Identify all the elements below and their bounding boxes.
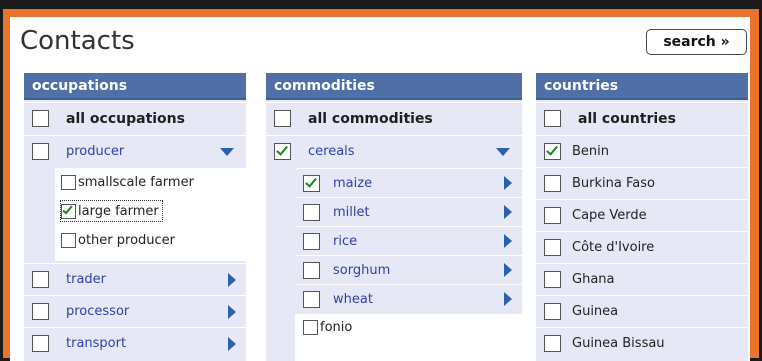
subitem-millet[interactable]: millet bbox=[295, 197, 522, 226]
cereals-label: cereals bbox=[308, 144, 355, 159]
cereals-checkbox[interactable] bbox=[274, 143, 291, 160]
commodities-panel: commodities all commodities cereals maiz… bbox=[266, 73, 522, 361]
chevron-right-icon[interactable] bbox=[228, 305, 236, 319]
rice-label: rice bbox=[333, 233, 358, 249]
checkmark-icon bbox=[546, 143, 558, 156]
producer-checkbox[interactable] bbox=[32, 143, 49, 160]
chevron-right-icon[interactable] bbox=[228, 337, 236, 351]
processor-label: processor bbox=[66, 304, 130, 319]
checkmark-icon bbox=[62, 203, 73, 214]
ghana-checkbox[interactable] bbox=[544, 271, 561, 288]
sorghum-label: sorghum bbox=[333, 262, 391, 278]
all-commodities-checkbox[interactable] bbox=[274, 110, 291, 127]
subitem-smallscale-farmer[interactable]: smallscale farmer bbox=[61, 168, 194, 197]
subitem-other-producer[interactable]: other producer bbox=[61, 226, 175, 255]
occupation-item-trader[interactable]: trader bbox=[24, 263, 246, 295]
all-occupations-row[interactable]: all occupations bbox=[24, 102, 246, 134]
chevron-down-icon[interactable] bbox=[220, 148, 234, 156]
fonio-label: fonio bbox=[320, 320, 353, 335]
sorghum-checkbox[interactable] bbox=[303, 261, 320, 279]
occupation-item-transport[interactable]: transport bbox=[24, 327, 246, 359]
chevron-right-icon[interactable] bbox=[504, 263, 512, 277]
subitem-rice[interactable]: rice bbox=[295, 226, 522, 255]
transport-label: transport bbox=[66, 336, 127, 351]
producer-label: producer bbox=[66, 144, 125, 159]
other-producer-label: other producer bbox=[78, 233, 176, 248]
fonio-checkbox[interactable] bbox=[303, 320, 318, 335]
cote-divoire-checkbox[interactable] bbox=[544, 239, 561, 256]
large-farmer-label: large farmer bbox=[78, 203, 159, 219]
producer-subitems: smallscale farmer large farmer other pro… bbox=[55, 168, 246, 261]
burkina-faso-checkbox[interactable] bbox=[544, 175, 561, 192]
chevron-right-icon[interactable] bbox=[504, 176, 512, 190]
cape-verde-label: Cape Verde bbox=[572, 208, 647, 223]
country-item-benin[interactable]: Benin bbox=[536, 135, 748, 167]
guinea-label: Guinea bbox=[572, 304, 619, 319]
occupation-item-processor[interactable]: processor bbox=[24, 295, 246, 327]
all-countries-checkbox[interactable] bbox=[544, 110, 561, 127]
country-item-burkina-faso[interactable]: Burkina Faso bbox=[536, 167, 748, 199]
occupations-panel: occupations all occupations producer sma… bbox=[24, 73, 246, 361]
countries-panel: countries all countries Benin Burkina Fa… bbox=[536, 73, 748, 361]
maize-label: maize bbox=[333, 175, 373, 191]
search-button[interactable]: search » bbox=[646, 29, 747, 55]
guinea-checkbox[interactable] bbox=[544, 303, 561, 320]
checkmark-icon bbox=[276, 143, 288, 156]
all-occupations-label: all occupations bbox=[66, 110, 185, 127]
cote-divoire-label: Côte d'Ivoire bbox=[572, 240, 655, 255]
all-occupations-checkbox[interactable] bbox=[32, 110, 49, 127]
all-countries-label: all countries bbox=[578, 110, 676, 127]
all-commodities-row[interactable]: all commodities bbox=[266, 102, 522, 134]
checkmark-icon bbox=[305, 174, 317, 188]
trader-label: trader bbox=[66, 272, 107, 287]
smallscale-farmer-label: smallscale farmer bbox=[78, 175, 194, 190]
all-countries-row[interactable]: all countries bbox=[536, 102, 748, 134]
wheat-label: wheat bbox=[333, 291, 373, 307]
guinea-bissau-checkbox[interactable] bbox=[544, 335, 561, 352]
subitem-large-farmer[interactable]: large farmer bbox=[60, 200, 163, 222]
all-commodities-label: all commodities bbox=[308, 110, 433, 127]
country-item-cape-verde[interactable]: Cape Verde bbox=[536, 199, 748, 231]
wheat-checkbox[interactable] bbox=[303, 290, 320, 308]
millet-label: millet bbox=[333, 204, 370, 220]
chevron-down-icon[interactable] bbox=[496, 148, 510, 156]
chevron-right-icon[interactable] bbox=[228, 273, 236, 287]
benin-checkbox[interactable] bbox=[544, 143, 561, 160]
other-producer-checkbox[interactable] bbox=[61, 233, 76, 248]
maize-checkbox[interactable] bbox=[303, 174, 320, 192]
transport-checkbox[interactable] bbox=[32, 335, 49, 352]
subitem-sorghum[interactable]: sorghum bbox=[295, 255, 522, 284]
country-item-ghana[interactable]: Ghana bbox=[536, 263, 748, 295]
commodities-header: commodities bbox=[266, 73, 522, 100]
large-farmer-checkbox[interactable] bbox=[61, 203, 76, 219]
burkina-faso-label: Burkina Faso bbox=[572, 176, 655, 191]
cape-verde-checkbox[interactable] bbox=[544, 207, 561, 224]
chevron-right-icon[interactable] bbox=[504, 234, 512, 248]
occupations-header: occupations bbox=[24, 73, 246, 100]
guinea-bissau-label: Guinea Bissau bbox=[572, 336, 665, 351]
smallscale-farmer-checkbox[interactable] bbox=[61, 175, 76, 190]
subitem-maize[interactable]: maize bbox=[295, 168, 522, 197]
country-item-guinea[interactable]: Guinea bbox=[536, 295, 748, 327]
benin-label: Benin bbox=[572, 144, 610, 159]
country-item-cote-divoire[interactable]: Côte d'Ivoire bbox=[536, 231, 748, 263]
country-item-guinea-bissau[interactable]: Guinea Bissau bbox=[536, 327, 748, 359]
occupation-item-producer[interactable]: producer bbox=[24, 135, 246, 167]
subitem-wheat[interactable]: wheat bbox=[295, 284, 522, 313]
countries-header: countries bbox=[536, 73, 748, 100]
millet-checkbox[interactable] bbox=[303, 203, 320, 221]
processor-checkbox[interactable] bbox=[32, 303, 49, 320]
chevron-right-icon[interactable] bbox=[504, 292, 512, 306]
page-title: Contacts bbox=[20, 26, 135, 56]
chevron-right-icon[interactable] bbox=[504, 205, 512, 219]
subitem-fonio[interactable]: fonio bbox=[295, 314, 522, 361]
cereals-subitems: maize millet rice sorghum wheat fonio bbox=[295, 168, 522, 361]
rice-checkbox[interactable] bbox=[303, 232, 320, 250]
trader-checkbox[interactable] bbox=[32, 271, 49, 288]
ghana-label: Ghana bbox=[572, 272, 615, 287]
commodity-item-cereals[interactable]: cereals bbox=[266, 135, 522, 167]
